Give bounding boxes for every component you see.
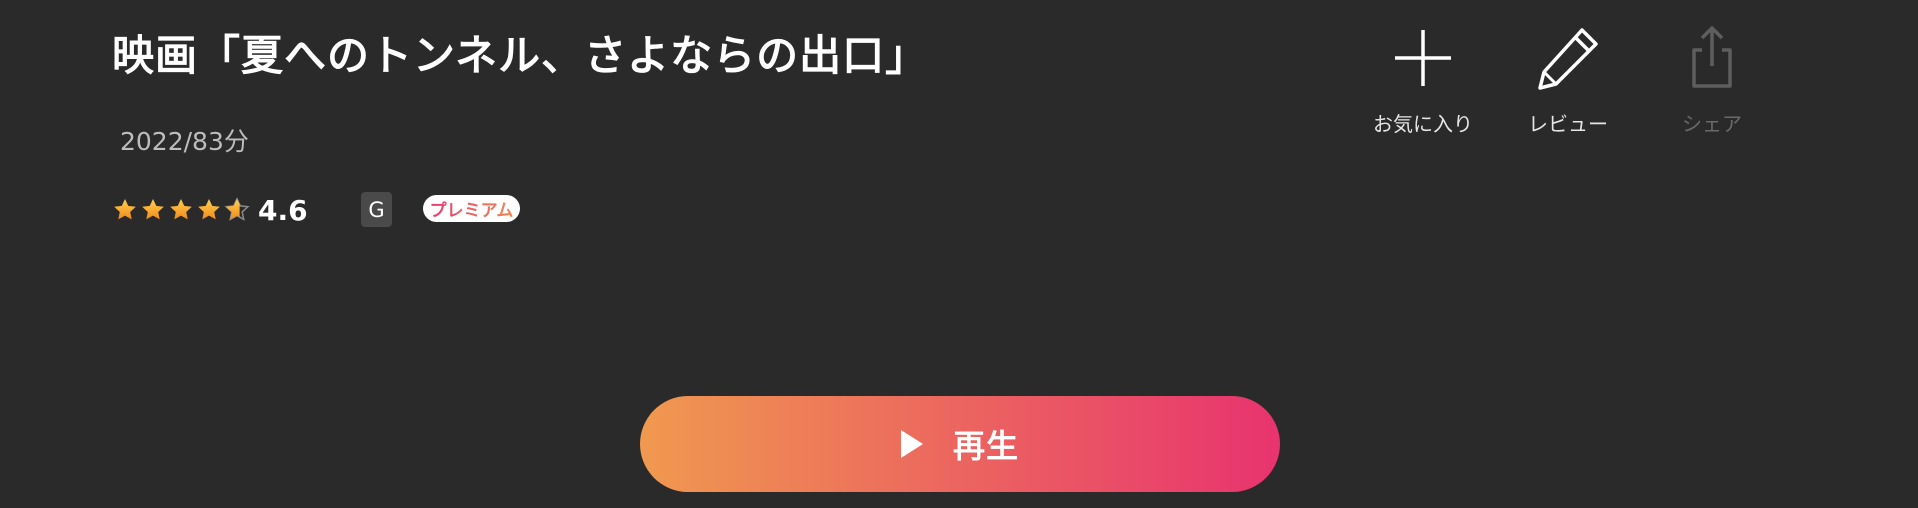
plus-icon	[1395, 30, 1451, 86]
rating: 4.6	[112, 190, 308, 230]
half-star-icon	[224, 197, 250, 221]
favorite-button[interactable]: お気に入り	[1363, 24, 1483, 137]
star-icon	[114, 198, 136, 220]
rating-stars	[112, 197, 250, 223]
share-button[interactable]: シェア	[1652, 24, 1772, 137]
star-icon	[142, 198, 164, 220]
star-icon	[198, 198, 220, 220]
pencil-icon	[1538, 28, 1598, 90]
content-title: 映画「夏へのトンネル、さよならの出口」	[112, 31, 929, 80]
premium-badge: プレミアム	[423, 195, 520, 222]
age-rating-badge: G	[361, 192, 392, 227]
share-label: シェア	[1682, 112, 1742, 136]
star-icon	[170, 198, 192, 220]
review-label: レビュー	[1528, 112, 1608, 136]
review-button[interactable]: レビュー	[1508, 24, 1628, 137]
play-label: 再生	[952, 427, 1019, 465]
rating-value: 4.6	[258, 193, 308, 227]
year-duration: 2022/83分	[120, 127, 249, 156]
share-icon	[1692, 26, 1732, 88]
favorite-label: お気に入り	[1373, 112, 1473, 136]
premium-badge-label: プレミアム	[430, 196, 514, 221]
play-icon	[900, 430, 923, 458]
play-button[interactable]: 再生	[640, 396, 1280, 492]
content-detail-header: 映画「夏へのトンネル、さよならの出口」 2022/83分 4.6 G プレミアム…	[0, 0, 1918, 508]
